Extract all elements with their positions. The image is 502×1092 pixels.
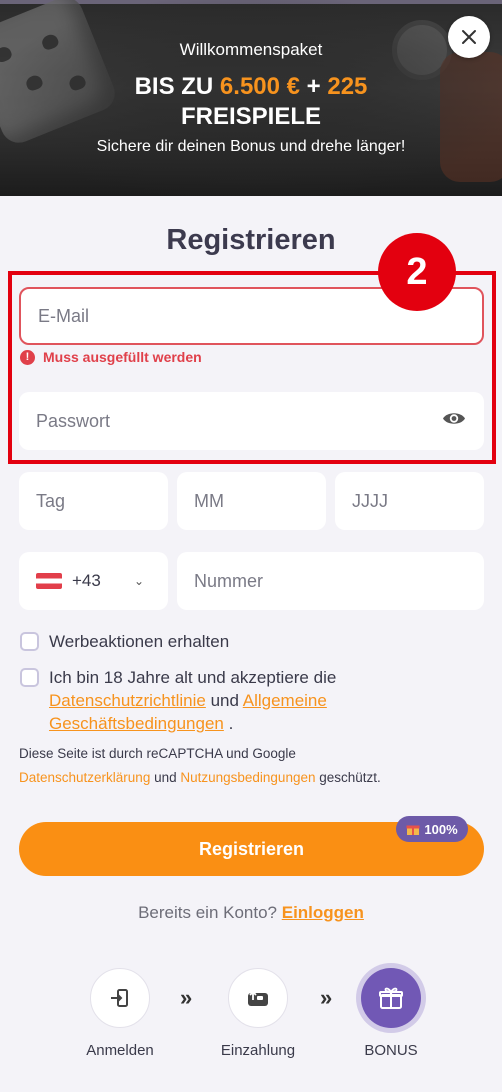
step-deposit-label: Einzahlung — [220, 1042, 296, 1059]
step-register — [90, 968, 150, 1028]
bonus-badge: 100% — [396, 816, 468, 842]
terms-checkbox[interactable] — [20, 668, 39, 687]
step-bonus-label: BONUS — [364, 1042, 418, 1059]
google-terms-link[interactable]: Nutzungsbedingungen — [180, 770, 315, 785]
close-icon — [462, 30, 476, 44]
chevron-down-icon: ⌄ — [133, 574, 144, 588]
recaptcha-notice: Diese Seite ist durch reCAPTCHA und Goog… — [19, 746, 381, 785]
deposit-icon — [248, 990, 268, 1006]
step-arrow-icon-2: » — [320, 985, 332, 1010]
banner-title: BIS ZU 6.500 € + 225 FREISPIELE — [134, 73, 368, 130]
terms-label: Ich bin 18 Jahre alt und akzeptiere die … — [49, 668, 337, 733]
terms-link-continued[interactable]: Geschäftsbedingungen — [49, 714, 224, 733]
birth-day-field[interactable]: Tag — [19, 472, 168, 530]
gift-icon — [406, 825, 420, 835]
step-arrow-icon: » — [180, 985, 192, 1010]
birth-year-field[interactable]: JJJJ — [335, 472, 484, 530]
step-bonus — [361, 968, 421, 1028]
annotation-badge: 2 — [378, 233, 456, 311]
step-deposit — [228, 968, 288, 1028]
privacy-policy-link[interactable]: Datenschutzrichtlinie — [49, 691, 206, 710]
login-prompt: Bereits ein Konto? Einloggen — [138, 903, 364, 922]
terms-link[interactable]: Allgemeine — [243, 691, 327, 710]
banner-tagline: Sichere dir deinen Bonus und drehe länge… — [96, 138, 406, 155]
country-code-select[interactable]: +43 ⌄ — [19, 552, 168, 610]
promo-label: Werbeaktionen erhalten — [49, 632, 230, 651]
login-icon — [111, 989, 128, 1007]
promo-checkbox[interactable] — [20, 632, 39, 651]
gift-icon-large — [379, 987, 403, 1009]
phone-number-field[interactable]: Nummer — [177, 552, 484, 610]
step-register-label: Anmelden — [86, 1042, 154, 1059]
banner-subtitle: Willkommenspaket — [179, 40, 323, 59]
login-link[interactable]: Einloggen — [282, 903, 364, 922]
birth-month-field[interactable]: MM — [177, 472, 326, 530]
austria-flag-icon — [36, 573, 62, 589]
close-button[interactable] — [448, 16, 490, 58]
google-privacy-link[interactable]: Datenschutzerklärung — [19, 770, 150, 785]
